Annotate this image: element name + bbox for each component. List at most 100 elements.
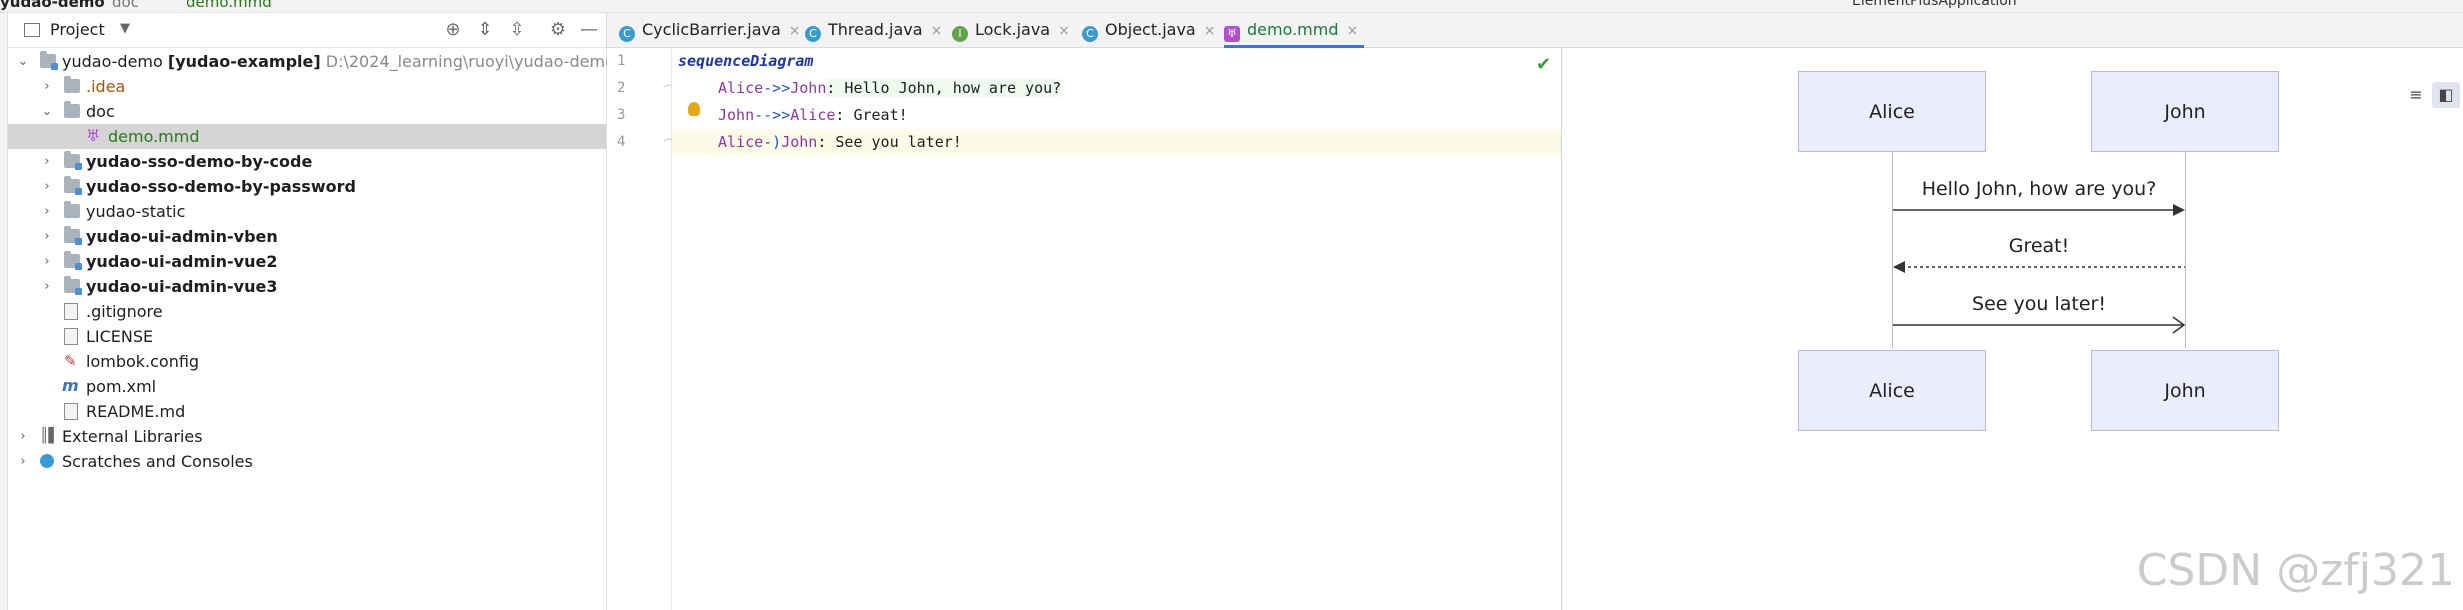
tab-lock[interactable]: I Lock.java × <box>952 13 1070 47</box>
tree-item-vben[interactable]: › yudao-ui-admin-vben <box>8 224 606 249</box>
tree-item-idea[interactable]: › .idea <box>8 74 606 99</box>
tree-item-static[interactable]: › yudao-static <box>8 199 606 224</box>
tree-item-sso-code[interactable]: › yudao-sso-demo-by-code <box>8 149 606 174</box>
scratches-icon <box>40 454 54 468</box>
project-panel: Project ▼ ⊕ ⇕ ⇳ ⚙ — ⌄ yudao-demo [yudao-… <box>8 13 615 610</box>
tree-item-label: yudao-ui-admin-vue2 <box>86 252 278 271</box>
message-text: : Great! <box>835 106 908 124</box>
actor-ref: Alice <box>790 106 836 124</box>
folder-icon <box>64 201 80 218</box>
breadcrumb-project[interactable]: yudao-demo <box>0 0 105 11</box>
tree-item-lombok[interactable]: ✎ lombok.config <box>8 349 606 374</box>
tree-item-root[interactable]: ⌄ yudao-demo [yudao-example] D:\2024_lea… <box>8 49 615 74</box>
arrowhead <box>2173 204 2185 216</box>
message-text: : See you later! <box>817 133 962 151</box>
tab-demo-mmd[interactable]: ♅ demo.mmd × <box>1224 13 1365 48</box>
actor-box-bottom: John <box>2091 350 2279 431</box>
chevron-down-icon[interactable]: ▼ <box>120 21 130 36</box>
module-folder-icon <box>64 176 82 195</box>
tree-item-label: LICENSE <box>86 327 154 346</box>
tree-item-pom[interactable]: m pom.xml <box>8 374 606 399</box>
gear-icon[interactable]: ⚙ <box>547 19 569 41</box>
line-number: 2 <box>617 80 626 96</box>
tree-item-module-name: [yudao-example] <box>167 52 321 71</box>
tree-item-gitignore[interactable]: .gitignore <box>8 299 606 324</box>
tree-item-readme[interactable]: README.md <box>8 399 606 424</box>
arrow-token: -->> <box>754 106 791 124</box>
chevron-right-icon[interactable]: › <box>40 174 54 199</box>
close-icon[interactable]: × <box>789 23 801 39</box>
line-number: 1 <box>617 53 626 69</box>
keyword: sequenceDiagram <box>678 52 814 70</box>
tab-thread[interactable]: C Thread.java × <box>805 13 942 47</box>
tab-cyclicbarrier[interactable]: C CyclicBarrier.java × <box>619 13 801 47</box>
chevron-right-icon[interactable]: › <box>16 424 30 449</box>
lightbulb-icon[interactable] <box>688 102 700 116</box>
mermaid-preview: Alice John Hello John, how are you? Grea… <box>1562 48 2463 610</box>
tab-object[interactable]: C Object.java × <box>1082 13 1215 47</box>
chevron-down-icon[interactable]: ⌄ <box>16 49 30 74</box>
interface-icon: I <box>952 26 968 42</box>
chevron-right-icon[interactable]: › <box>40 149 54 174</box>
tree-item-sso-password[interactable]: › yudao-sso-demo-by-password <box>8 174 606 199</box>
tab-label: Object.java <box>1105 20 1196 39</box>
locate-file-icon[interactable]: ⊕ <box>442 19 464 41</box>
code-line-3: John-->>Alice: Great! <box>718 102 908 129</box>
file-icon <box>64 303 78 320</box>
tree-item-vue3[interactable]: › yudao-ui-admin-vue3 <box>8 274 606 299</box>
module-folder-icon <box>40 51 58 70</box>
arrow-token: -) <box>763 133 782 151</box>
chevron-right-icon[interactable]: › <box>40 224 54 249</box>
code-line-1: sequenceDiagram <box>678 48 813 75</box>
navigation-bar: yudao-demo doc demo.mmd ElementPlusAppli… <box>0 0 2463 13</box>
line-number: 4 <box>617 134 626 150</box>
tree-item-demo-mmd[interactable]: ♅ demo.mmd <box>8 124 606 149</box>
tree-item-external-libraries[interactable]: › ║▌ External Libraries <box>8 424 606 449</box>
tree-item-label: External Libraries <box>62 427 203 446</box>
close-icon[interactable]: × <box>1347 23 1359 39</box>
tree-item-vue2[interactable]: › yudao-ui-admin-vue2 <box>8 249 606 274</box>
close-icon[interactable]: × <box>1204 23 1216 39</box>
tab-label: Lock.java <box>975 20 1051 39</box>
markdown-file-icon <box>64 403 78 420</box>
code-editor[interactable]: sequenceDiagram Alice->>John: Hello John… <box>672 48 1562 610</box>
run-config-selector[interactable]: ElementPlusApplication <box>1852 0 2017 9</box>
breadcrumb-folder[interactable]: doc <box>112 0 139 11</box>
folder-icon <box>64 76 80 93</box>
expand-all-icon[interactable]: ⇕ <box>474 19 496 41</box>
module-folder-icon <box>64 151 82 170</box>
tree-item-license[interactable]: LICENSE <box>8 324 606 349</box>
collapse-all-icon[interactable]: ⇳ <box>506 19 528 41</box>
code-line-4: Alice-)John: See you later! <box>672 129 1561 156</box>
actor-ref: John <box>718 106 755 124</box>
close-icon[interactable]: × <box>1058 23 1070 39</box>
tree-item-label: .idea <box>86 77 126 96</box>
editor-only-icon[interactable]: ≡ <box>2402 82 2430 108</box>
tree-item-scratches[interactable]: › Scratches and Consoles <box>8 449 606 474</box>
chevron-right-icon[interactable]: › <box>40 199 54 224</box>
split-view-icon[interactable]: ◧ <box>2432 82 2460 108</box>
message-text: : Hello John, how are you? <box>826 79 1062 97</box>
file-icon <box>64 328 78 345</box>
chevron-right-icon[interactable]: › <box>40 249 54 274</box>
tree-item-label: .gitignore <box>86 302 163 321</box>
editor-gutter: 1 2 3 4 ⌒ ⌒ <box>607 48 675 610</box>
actor-box-bottom: Alice <box>1798 350 1986 431</box>
breadcrumb-file[interactable]: demo.mmd <box>186 0 272 11</box>
actor-ref: Alice <box>718 133 764 151</box>
class-icon: C <box>805 26 821 42</box>
chevron-down-icon[interactable]: ⌄ <box>40 99 54 124</box>
chevron-right-icon[interactable]: › <box>40 74 54 99</box>
tree-item-label: README.md <box>86 402 186 421</box>
chevron-right-icon[interactable]: › <box>40 274 54 299</box>
class-icon: C <box>1082 26 1098 42</box>
chevron-right-icon[interactable]: › <box>16 449 30 474</box>
tree-item-label: yudao-ui-admin-vue3 <box>86 277 278 296</box>
check-icon[interactable]: ✔ <box>1536 54 1551 75</box>
actor-ref: John <box>790 79 827 97</box>
minimize-icon[interactable]: — <box>578 19 600 41</box>
tree-item-doc[interactable]: ⌄ doc <box>8 99 606 124</box>
project-view-title[interactable]: Project <box>50 20 105 39</box>
close-icon[interactable]: × <box>931 23 943 39</box>
tree-item-label: yudao-static <box>86 202 186 221</box>
